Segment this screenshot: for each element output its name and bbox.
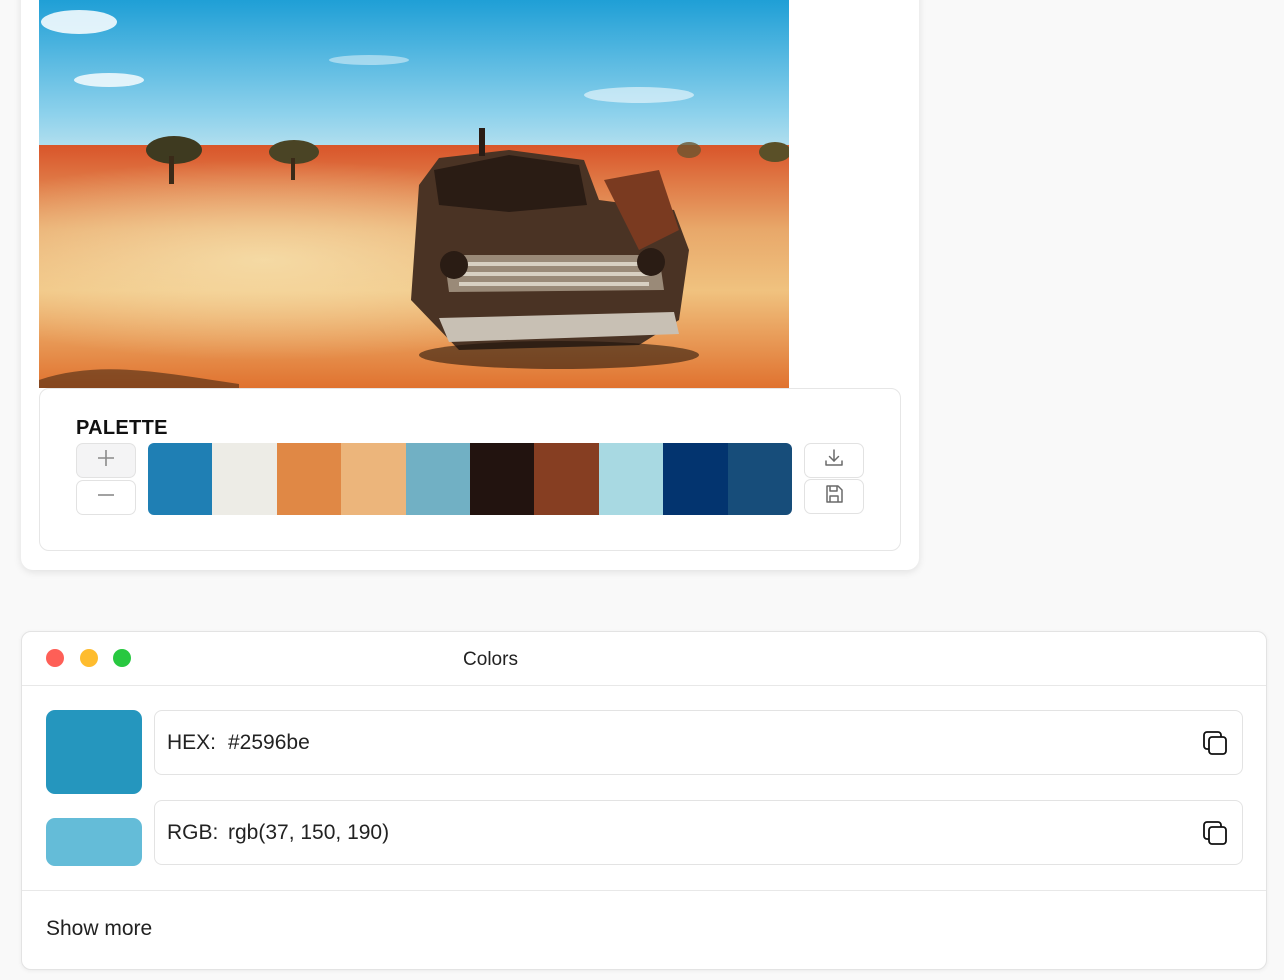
palette-swatches — [148, 443, 792, 515]
download-icon — [823, 447, 845, 474]
plus-icon — [96, 448, 116, 473]
minus-icon — [96, 485, 116, 510]
window-titlebar: Colors — [22, 632, 1266, 686]
source-photo — [39, 0, 789, 388]
download-palette-button[interactable] — [804, 443, 864, 478]
rgb-value: rgb(37, 150, 190) — [228, 821, 390, 844]
save-icon — [823, 483, 845, 510]
copy-icon — [1200, 821, 1230, 852]
rgb-field: RGB: rgb(37, 150, 190) — [154, 800, 1243, 865]
hex-value: #2596be — [228, 731, 310, 754]
palette-swatch-9[interactable] — [663, 443, 728, 515]
palette-title: PALETTE — [76, 417, 168, 439]
copy-icon — [1200, 731, 1230, 762]
palette-panel: PALETTE — [39, 388, 901, 551]
selected-color-swatch[interactable] — [46, 710, 142, 794]
copy-rgb-button[interactable] — [1200, 818, 1230, 848]
copy-hex-button[interactable] — [1200, 728, 1230, 758]
palette-swatch-6[interactable] — [470, 443, 535, 515]
palette-swatch-3[interactable] — [276, 443, 342, 515]
show-more-link[interactable]: Show more — [46, 917, 152, 941]
palette-swatch-7[interactable] — [534, 443, 599, 515]
secondary-color-swatch[interactable] — [46, 818, 142, 866]
remove-color-button[interactable] — [76, 480, 136, 515]
add-color-button[interactable] — [76, 443, 136, 478]
palette-swatch-5[interactable] — [405, 443, 471, 515]
divider — [22, 890, 1266, 891]
colors-window: Colors HEX: #2596be RGB: rgb(37, 150, 19… — [21, 631, 1267, 970]
save-palette-button[interactable] — [804, 479, 864, 514]
palette-swatch-1[interactable] — [148, 443, 213, 515]
palette-swatch-2[interactable] — [212, 443, 277, 515]
hex-label: HEX: — [167, 731, 217, 754]
rgb-label: RGB: — [167, 821, 219, 844]
palette-swatch-8[interactable] — [598, 443, 664, 515]
window-title: Colors — [463, 649, 518, 670]
hex-field: HEX: #2596be — [154, 710, 1243, 775]
palette-swatch-10[interactable] — [727, 443, 792, 515]
palette-swatch-4[interactable] — [341, 443, 406, 515]
